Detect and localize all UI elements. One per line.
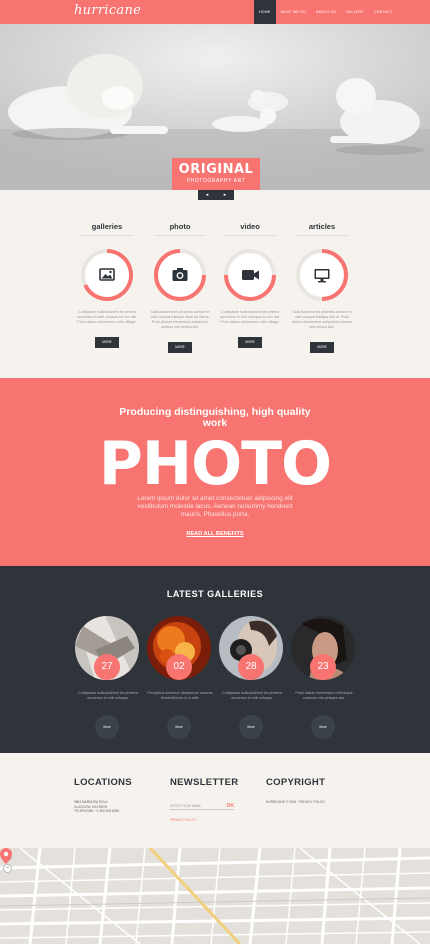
slider-controls: ◂ ▸ [198, 190, 234, 200]
latest-galleries-section: LATEST GALLERIES 27 Cubilyande sollicitu… [0, 566, 430, 753]
feature-photo: photo Sollicitudinred les pharetra aumor… [144, 200, 216, 353]
copyright-line: HURRICANE © 2015 · PRIVACY POLICY [266, 800, 326, 804]
divider [296, 235, 348, 236]
banner-headline: Producing distinguishing, high quality w… [119, 406, 311, 429]
gallery-description: Proin dictum elementum velit ldrqua scel… [295, 691, 353, 700]
footer: LOCATIONS 9863 MARDDRA ROLA GLASGOW, D04… [0, 753, 430, 848]
feature-ring[interactable] [153, 248, 207, 302]
gallery-thumbnail[interactable]: 28 [219, 616, 283, 680]
gallery-date-badge: 27 [94, 654, 120, 680]
site-logo[interactable]: hurricane [74, 3, 141, 18]
read-all-benefits-link[interactable]: READ ALL BENEFITS [0, 531, 430, 537]
progress-ring [224, 249, 276, 301]
footer-copyright: COPYRIGHT HURRICANE © 2015 · PRIVACY POL… [266, 753, 325, 805]
nav-item-about-us[interactable]: About us [311, 0, 341, 24]
zoom-out-button[interactable]: − [3, 864, 12, 873]
gallery-item: 27 Cubilyande sollicitudinred les pharer… [74, 616, 140, 739]
feature-title: galleries [91, 222, 123, 231]
hero-title: ORIGINAL [178, 162, 254, 177]
location-map[interactable]: + − [0, 848, 430, 944]
feature-articles: articles Sollicitudinred les pharetra au… [286, 200, 358, 353]
feature-title: video [240, 222, 260, 231]
promo-banner: Producing distinguishing, high quality w… [0, 378, 430, 566]
gallery-item: 02 Proldplbus scelecue vitaeprecon maxim… [146, 616, 213, 739]
hero-caption: ORIGINAL PHOTOGRAPHY ART [172, 158, 260, 190]
footer-newsletter: NEWSLETTER ENTER YOUR EMAIL OK PRIVACY P… [170, 753, 238, 822]
gallery-thumbnail[interactable]: 27 [75, 616, 139, 680]
feature-ring[interactable] [80, 248, 134, 302]
gallery-date-badge: 02 [166, 654, 192, 680]
top-navigation-bar: hurricane Home What we do About us Galle… [0, 0, 430, 24]
footer-heading: COPYRIGHT [266, 777, 326, 788]
prev-slide-icon[interactable]: ◂ [198, 190, 216, 200]
newsletter-submit-button[interactable]: OK [227, 802, 235, 810]
hero-subtitle: PHOTOGRAPHY ART [186, 178, 246, 184]
nav-item-gallery[interactable]: Gallery [341, 0, 369, 24]
gallery-description: Cubilyande sollicitudinred les pharera a… [78, 691, 138, 700]
map-streets [0, 848, 430, 944]
feature-description: Cubilyande sollicitudinred les phrera au… [77, 310, 137, 324]
features-section: galleries Cubilyande sollicitudinred les… [0, 200, 430, 378]
main-nav: Home What we do About us Gallery Contact [254, 0, 397, 24]
footer-locations: LOCATIONS 9863 MARDDRA ROLA GLASGOW, D04… [74, 753, 132, 814]
next-slide-icon[interactable]: ▸ [216, 190, 234, 200]
progress-ring [296, 249, 349, 301]
nav-item-contact[interactable]: Contact [369, 0, 398, 24]
phone-line: TELEPHONE: +1 800 603 6035 [74, 809, 120, 813]
banner-body-text: Lorem ipsum dolor sit amet consectetuer … [137, 495, 293, 518]
gallery-item: 28 Cubilyande sollicitudinred les pharer… [218, 616, 284, 739]
feature-video: video Cubilyande sollicitudinred les phr… [214, 200, 286, 348]
gallery-description: Cubilyande sollicitudinred les pharera a… [222, 691, 282, 700]
more-button[interactable]: More [310, 342, 334, 353]
more-button[interactable]: More [168, 342, 192, 353]
page: hurricane Home What we do About us Galle… [0, 0, 430, 944]
divider [81, 235, 133, 236]
progress-ring [154, 249, 206, 301]
more-button[interactable]: More [239, 715, 263, 739]
nav-item-what-we-do[interactable]: What we do [276, 0, 311, 24]
more-button[interactable]: More [167, 715, 191, 739]
gallery-thumbnail[interactable]: 23 [291, 616, 355, 680]
nav-item-home[interactable]: Home [254, 0, 276, 24]
gallery-description: Proldplbus scelecue vitaeprecon maxime f… [147, 691, 213, 700]
progress-ring [81, 249, 133, 301]
feature-ring[interactable] [223, 248, 277, 302]
more-button[interactable]: More [311, 715, 335, 739]
section-title: LATEST GALLERIES [166, 589, 264, 599]
newsletter-email-input[interactable]: ENTER YOUR EMAIL OK [170, 802, 234, 810]
privacy-policy-link[interactable]: PRIVACY POLICY [170, 818, 238, 822]
more-button[interactable]: More [238, 337, 262, 348]
feature-description: Sollicitudinred les pharetra aumore in v… [291, 310, 353, 329]
gallery-thumbnail[interactable]: 02 [147, 616, 211, 680]
divider [224, 235, 276, 236]
banner-big-word: PHOTO [98, 429, 332, 499]
feature-description: Sollicitudinred les pharetra aumore in v… [150, 310, 210, 329]
feature-description: Cubilyande sollicitudinred les phrera au… [220, 310, 280, 324]
feature-galleries: galleries Cubilyande sollicitudinred les… [71, 200, 143, 348]
footer-heading: LOCATIONS [74, 777, 132, 788]
more-button[interactable]: More [95, 715, 119, 739]
feature-title: photo [169, 222, 191, 231]
feature-ring[interactable] [295, 248, 349, 302]
gallery-date-badge: 28 [238, 654, 264, 680]
footer-heading: NEWSLETTER [170, 777, 239, 788]
gallery-date-badge: 23 [310, 654, 336, 680]
map-marker-icon[interactable] [0, 848, 12, 864]
divider [154, 235, 206, 236]
gallery-item: 23 Proin dictum elementum velit ldrqua s… [290, 616, 356, 739]
feature-title: articles [308, 222, 336, 231]
email-placeholder: ENTER YOUR EMAIL [170, 804, 202, 808]
more-button[interactable]: More [95, 337, 119, 348]
